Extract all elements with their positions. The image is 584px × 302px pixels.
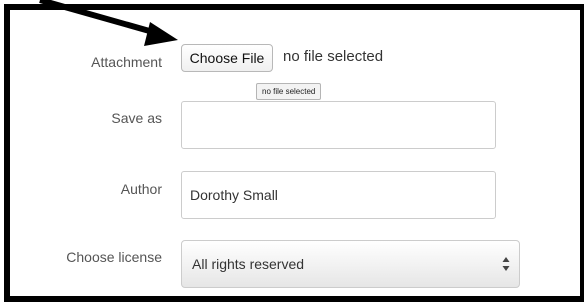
- save-as-label: Save as: [111, 110, 162, 126]
- license-selected-value: All rights reserved: [192, 256, 305, 272]
- arrow-icon: [39, 0, 178, 46]
- attachment-label: Attachment: [91, 54, 162, 70]
- file-status-text: no file selected: [283, 48, 384, 65]
- choose-file-button[interactable]: Choose File: [181, 44, 273, 72]
- save-as-input[interactable]: [181, 101, 496, 149]
- author-input[interactable]: Dorothy Small: [181, 171, 496, 219]
- license-label: Choose license: [66, 249, 162, 265]
- license-select[interactable]: All rights reserved: [181, 240, 520, 288]
- author-label: Author: [120, 181, 162, 197]
- updown-chevron-icon: [502, 257, 510, 271]
- file-tooltip: no file selected: [256, 83, 322, 100]
